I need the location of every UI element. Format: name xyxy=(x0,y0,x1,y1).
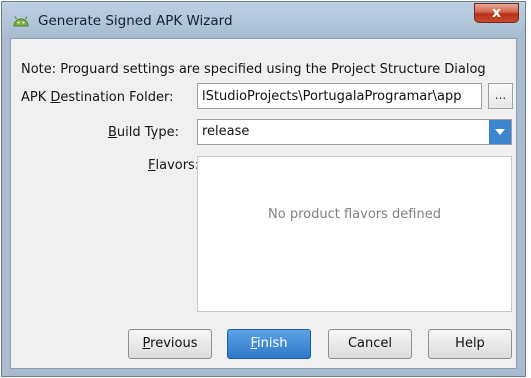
browse-button[interactable]: ... xyxy=(488,83,513,109)
proguard-note: Note: Proguard settings are specified us… xyxy=(21,62,486,77)
help-button[interactable]: Help xyxy=(428,329,512,359)
finish-button[interactable]: Finish xyxy=(227,329,311,359)
flavors-empty-text: No product flavors defined xyxy=(268,207,441,222)
android-icon xyxy=(12,13,30,29)
title-bar[interactable]: Generate Signed APK Wizard x xyxy=(2,2,525,38)
dialog-window: Generate Signed APK Wizard x Note: Progu… xyxy=(1,1,526,377)
dialog-content: Note: Proguard settings are specified us… xyxy=(10,38,517,369)
dropdown-button[interactable] xyxy=(489,120,511,144)
apk-destination-label: APK Destination Folder: xyxy=(21,90,174,105)
build-type-select[interactable]: release xyxy=(197,119,512,145)
close-icon: x xyxy=(491,5,502,21)
close-button[interactable]: x xyxy=(474,3,519,23)
flavors-label: Flavors: xyxy=(148,158,200,173)
flavors-list[interactable]: No product flavors defined xyxy=(197,156,512,312)
chevron-down-icon xyxy=(495,129,505,135)
cancel-button[interactable]: Cancel xyxy=(328,329,412,359)
previous-button[interactable]: Previous xyxy=(128,329,212,359)
apk-destination-input[interactable] xyxy=(197,83,482,109)
window-title: Generate Signed APK Wizard xyxy=(38,13,233,29)
build-type-label: Build Type: xyxy=(108,125,180,140)
build-type-value: release xyxy=(202,124,250,139)
